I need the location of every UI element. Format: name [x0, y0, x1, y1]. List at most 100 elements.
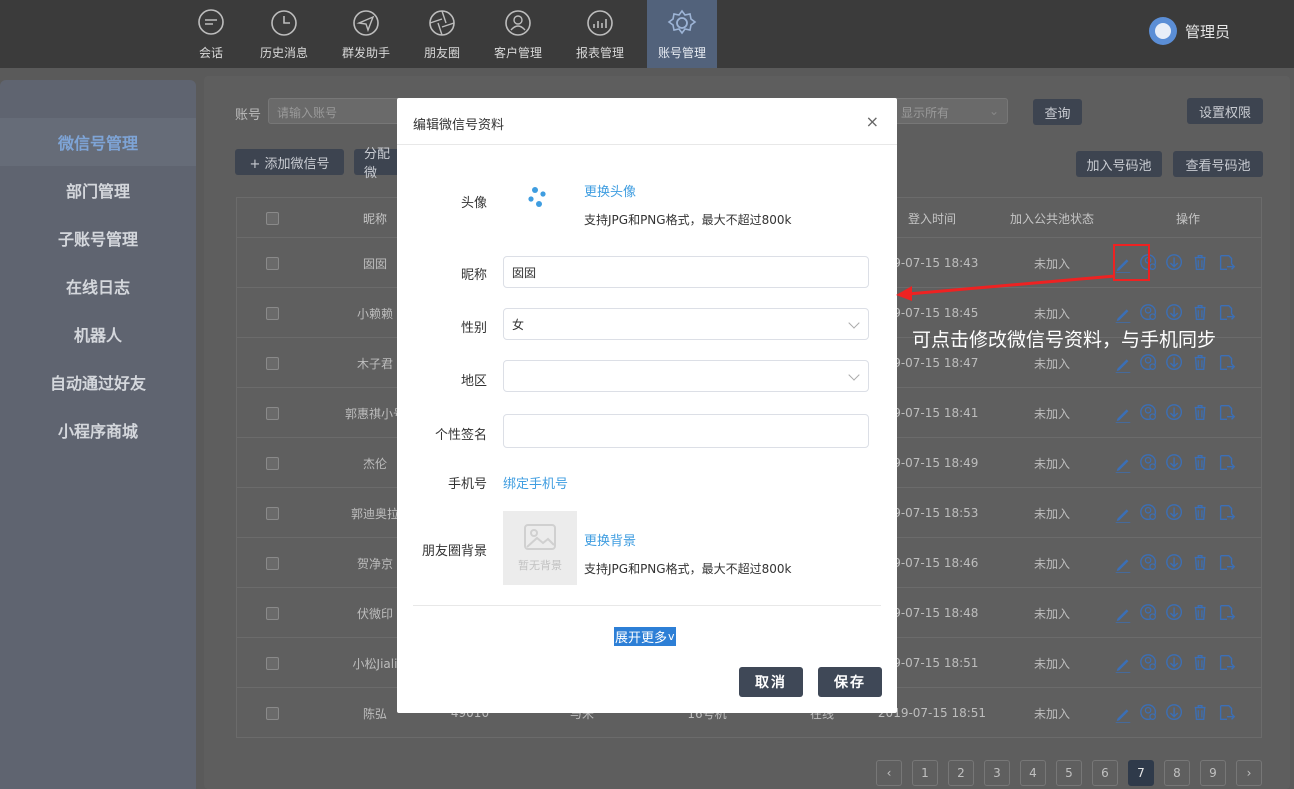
user-menu[interactable]: 管理员 — [1148, 17, 1230, 45]
sidebar-item-sub-accounts[interactable]: 子账号管理 — [0, 214, 196, 262]
nav-item-reports[interactable]: 报表管理 — [565, 0, 635, 68]
row-checkbox[interactable] — [266, 607, 279, 620]
set-permissions-button[interactable]: 设置权限 — [1187, 98, 1263, 124]
edit-icon[interactable] — [1113, 603, 1133, 623]
transfer-icon[interactable] — [1217, 403, 1237, 423]
sidebar-item-robot[interactable]: 机器人 — [0, 310, 196, 358]
user-settings-icon[interactable] — [1139, 403, 1159, 423]
gender-select[interactable]: 女 — [503, 308, 869, 340]
transfer-icon[interactable] — [1217, 503, 1237, 523]
user-settings-icon[interactable] — [1139, 703, 1159, 723]
row-checkbox[interactable] — [266, 657, 279, 670]
change-avatar-link[interactable]: 更换头像 — [584, 181, 636, 200]
transfer-icon[interactable] — [1217, 603, 1237, 623]
trash-icon[interactable] — [1191, 703, 1211, 723]
row-checkbox[interactable] — [266, 557, 279, 570]
edit-icon[interactable] — [1113, 353, 1133, 373]
view-pool-button[interactable]: 查看号码池 — [1173, 151, 1263, 177]
trash-icon[interactable] — [1191, 553, 1211, 573]
signature-input[interactable] — [503, 414, 869, 448]
prev-page-button[interactable]: ‹ — [876, 760, 902, 786]
page-7[interactable]: 7 — [1128, 760, 1154, 786]
user-settings-icon[interactable] — [1139, 453, 1159, 473]
edit-icon[interactable] — [1113, 553, 1133, 573]
sidebar-item-mini-mall[interactable]: 小程序商城 — [0, 406, 196, 454]
assign-button[interactable]: 分配微 — [354, 147, 400, 181]
page-9[interactable]: 9 — [1200, 760, 1226, 786]
user-settings-icon[interactable] — [1139, 603, 1159, 623]
sidebar-item-auto-accept[interactable]: 自动通过好友 — [0, 358, 196, 406]
page-6[interactable]: 6 — [1092, 760, 1118, 786]
download-icon[interactable] — [1165, 403, 1185, 423]
edit-icon[interactable] — [1113, 303, 1133, 323]
transfer-icon[interactable] — [1217, 303, 1237, 323]
change-bg-link[interactable]: 更换背景 — [584, 530, 636, 549]
edit-icon[interactable] — [1113, 503, 1133, 523]
trash-icon[interactable] — [1191, 453, 1211, 473]
page-8[interactable]: 8 — [1164, 760, 1190, 786]
nav-item-history[interactable]: 历史消息 — [249, 0, 319, 68]
page-1[interactable]: 1 — [912, 760, 938, 786]
edit-icon[interactable] — [1113, 403, 1133, 423]
transfer-icon[interactable] — [1217, 453, 1237, 473]
trash-icon[interactable] — [1191, 303, 1211, 323]
account-search-input[interactable]: 请输入账号 — [268, 98, 408, 124]
next-page-button[interactable]: › — [1236, 760, 1262, 786]
add-wechat-button[interactable]: + 添加微信号 — [235, 149, 344, 175]
sidebar-item-online-log[interactable]: 在线日志 — [0, 262, 196, 310]
edit-icon[interactable] — [1113, 453, 1133, 473]
page-2[interactable]: 2 — [948, 760, 974, 786]
download-icon[interactable] — [1165, 453, 1185, 473]
user-settings-icon[interactable] — [1139, 503, 1159, 523]
download-icon[interactable] — [1165, 703, 1185, 723]
download-icon[interactable] — [1165, 303, 1185, 323]
trash-icon[interactable] — [1191, 253, 1211, 273]
nickname-input[interactable]: 囡囡 — [503, 256, 869, 288]
row-checkbox[interactable] — [266, 257, 279, 270]
nav-item-customers[interactable]: 客户管理 — [483, 0, 553, 68]
close-icon[interactable]: × — [866, 114, 879, 130]
filter-select[interactable]: 显示所有 ⌄ — [892, 98, 1008, 124]
trash-icon[interactable] — [1191, 403, 1211, 423]
transfer-icon[interactable] — [1217, 703, 1237, 723]
region-select[interactable] — [503, 360, 869, 392]
trash-icon[interactable] — [1191, 603, 1211, 623]
transfer-icon[interactable] — [1217, 253, 1237, 273]
page-4[interactable]: 4 — [1020, 760, 1046, 786]
user-settings-icon[interactable] — [1139, 653, 1159, 673]
row-checkbox[interactable] — [266, 407, 279, 420]
expand-more-button[interactable]: 展开更多 v — [614, 627, 676, 646]
row-checkbox[interactable] — [266, 307, 279, 320]
bind-phone-link[interactable]: 绑定手机号 — [503, 473, 568, 492]
transfer-icon[interactable] — [1217, 653, 1237, 673]
save-button[interactable]: 保存 — [818, 667, 882, 697]
trash-icon[interactable] — [1191, 353, 1211, 373]
cancel-button[interactable]: 取消 — [739, 667, 803, 697]
row-checkbox[interactable] — [266, 457, 279, 470]
download-icon[interactable] — [1165, 653, 1185, 673]
user-settings-icon[interactable] — [1139, 553, 1159, 573]
trash-icon[interactable] — [1191, 653, 1211, 673]
query-button[interactable]: 查询 — [1033, 99, 1082, 125]
nav-item-broadcast[interactable]: 群发助手 — [331, 0, 401, 68]
row-checkbox[interactable] — [266, 507, 279, 520]
page-3[interactable]: 3 — [984, 760, 1010, 786]
nav-item-accounts[interactable]: 账号管理 — [647, 0, 717, 68]
download-icon[interactable] — [1165, 503, 1185, 523]
download-icon[interactable] — [1165, 603, 1185, 623]
edit-icon[interactable] — [1113, 703, 1133, 723]
sidebar-item-departments[interactable]: 部门管理 — [0, 166, 196, 214]
transfer-icon[interactable] — [1217, 353, 1237, 373]
download-icon[interactable] — [1165, 553, 1185, 573]
page-5[interactable]: 5 — [1056, 760, 1082, 786]
row-checkbox[interactable] — [266, 357, 279, 370]
select-all-checkbox[interactable] — [266, 212, 279, 225]
nav-item-moments[interactable]: 朋友圈 — [407, 0, 477, 68]
join-pool-button[interactable]: 加入号码池 — [1076, 151, 1162, 177]
user-settings-icon[interactable] — [1139, 303, 1159, 323]
sidebar-item-wechat-accounts[interactable]: 微信号管理 — [0, 118, 196, 166]
user-settings-icon[interactable] — [1139, 353, 1159, 373]
row-checkbox[interactable] — [266, 707, 279, 720]
download-icon[interactable] — [1165, 353, 1185, 373]
trash-icon[interactable] — [1191, 503, 1211, 523]
